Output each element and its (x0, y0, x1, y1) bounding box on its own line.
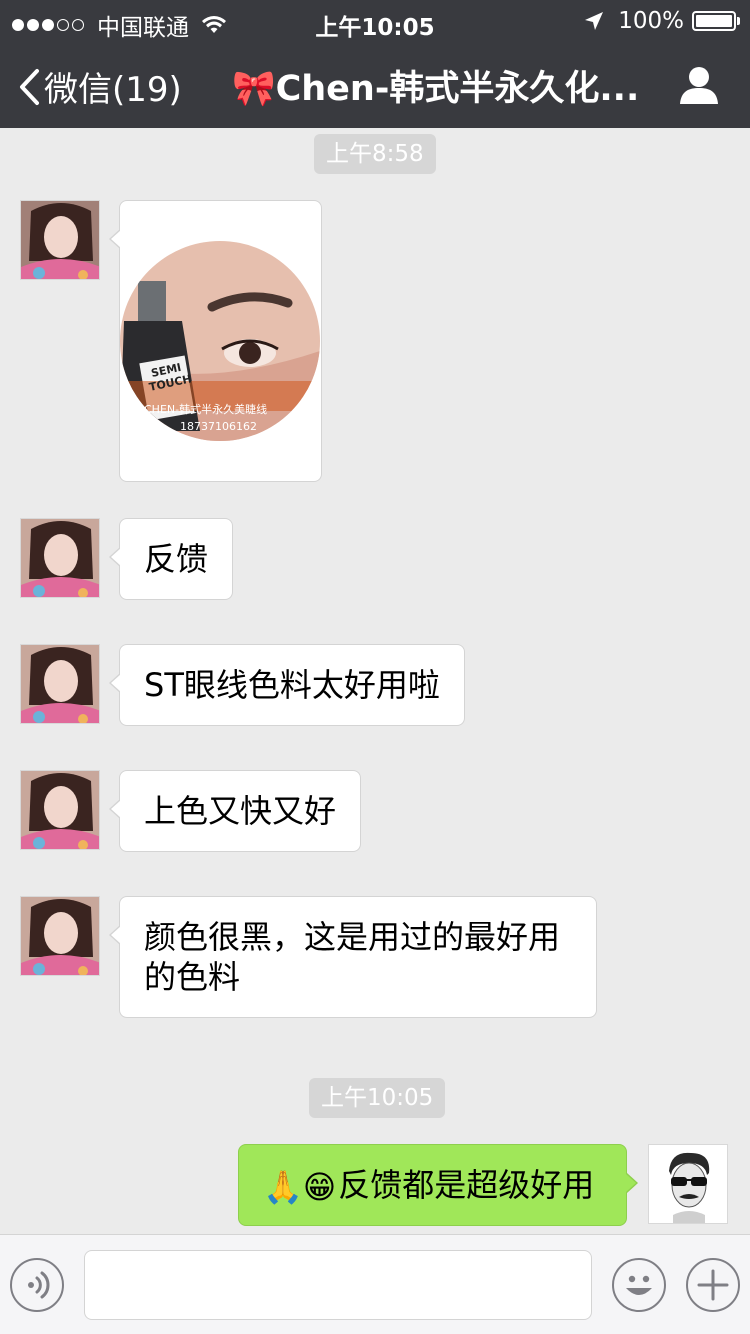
my-message-bubble[interactable]: 🙏😁反馈都是超级好用 (238, 1144, 638, 1226)
back-label: 微信(19) (44, 70, 182, 110)
nav-bar: 微信(19) 🎀Chen-韩式半永久化... (0, 40, 750, 128)
battery-fill (696, 15, 732, 27)
status-right: 100% (584, 8, 740, 34)
chevron-left-icon (20, 68, 39, 105)
timestamp-pill: 上午8:58 (314, 134, 436, 174)
my-avatar[interactable] (648, 1144, 728, 1224)
photo-watermark-phone: 18737106162 (180, 420, 257, 433)
image-message-bubble[interactable]: SEMI TOUCH CHEN-韩式半永久美睫线 18737106162 (109, 200, 322, 482)
message-text: 反馈都是超级好用 (338, 1166, 595, 1204)
message-text: 反馈 (144, 540, 209, 578)
status-bar: 中国联通 上午10:05 100% (0, 0, 750, 41)
message-text: 上色又快又好 (144, 792, 337, 830)
message-bubble[interactable]: ST眼线色料太好用啦 (109, 644, 465, 726)
chat-area[interactable]: 上午8:58 SEMI TOUCH CHEN-韩式半永久美睫线 18737106… (0, 128, 750, 1234)
contact-avatar[interactable] (20, 644, 100, 724)
voice-icon (28, 1271, 50, 1299)
photo-watermark-name: CHEN-韩式半永久美睫线 (144, 402, 267, 416)
timestamp-pill: 上午10:05 (309, 1078, 446, 1118)
message-input[interactable] (84, 1250, 592, 1320)
smiley-icon (626, 1275, 652, 1295)
pray-grin-emoji-icon: 🙏😁 (263, 1168, 337, 1206)
message-bubble[interactable]: 颜色很黑，这是用过的最好用 的色料 (109, 896, 597, 1018)
voice-button[interactable] (10, 1258, 64, 1312)
location-arrow-icon (585, 12, 604, 30)
battery-percent: 100% (618, 8, 684, 34)
contact-avatar[interactable] (20, 896, 100, 976)
avatar-photo (21, 519, 99, 597)
product-photo: SEMI TOUCH CHEN-韩式半永久美睫线 18737106162 (120, 241, 320, 441)
avatar-photo (21, 897, 99, 975)
emoji-button[interactable] (612, 1258, 666, 1312)
battery-icon (692, 11, 740, 31)
profile-icon[interactable] (678, 64, 720, 106)
more-button[interactable] (686, 1258, 740, 1312)
input-bar (0, 1234, 750, 1334)
avatar-photo (21, 771, 99, 849)
avatar-photo (21, 201, 99, 279)
message-text-line: 的色料 (144, 958, 241, 996)
message-bubble[interactable]: 反馈 (109, 518, 233, 600)
avatar-photo (21, 645, 99, 723)
header: 中国联通 上午10:05 100% 微信(19) 🎀Chen-韩式半永久化... (0, 0, 750, 128)
avatar-photo (649, 1145, 727, 1223)
message-text-line: 颜色很黑，这是用过的最好用 (144, 918, 561, 956)
contact-avatar[interactable] (20, 200, 100, 280)
message-bubble[interactable]: 上色又快又好 (109, 770, 361, 852)
message-text: ST眼线色料太好用啦 (144, 666, 440, 704)
contact-avatar[interactable] (20, 518, 100, 598)
plus-icon (697, 1269, 729, 1301)
contact-avatar[interactable] (20, 770, 100, 850)
back-button[interactable]: 微信(19) (18, 62, 182, 111)
chat-title: 🎀Chen-韩式半永久化... (232, 69, 640, 109)
